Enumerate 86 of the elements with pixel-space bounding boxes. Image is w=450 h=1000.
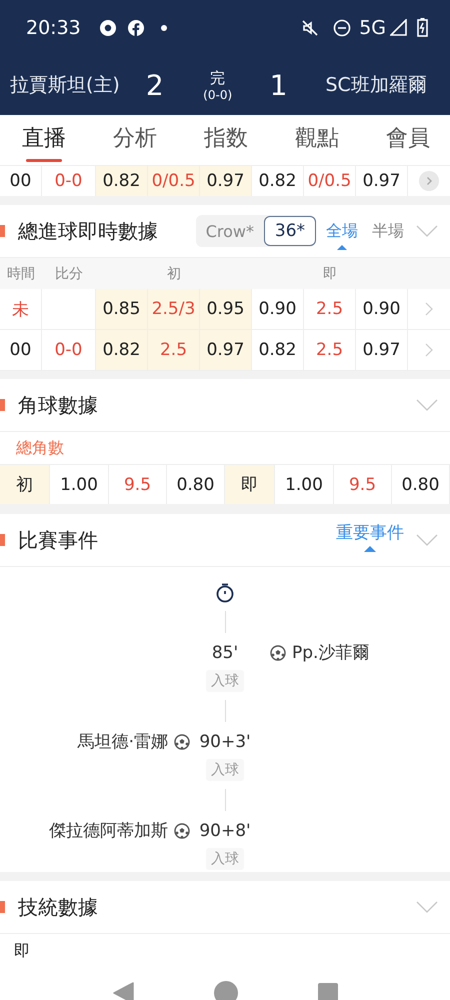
social-icon [126,18,145,36]
odds-cell: 0.97 [356,166,408,196]
section-marker [0,399,5,411]
tab[interactable]: 分析 [113,115,157,165]
home-icon[interactable] [214,981,238,1000]
section-title: 技統數據 [18,894,98,920]
odds-cell: 9.5 [109,465,167,504]
chevron-down-icon[interactable] [416,399,438,411]
odds-cell: 0.82 [96,330,148,370]
chevron-down-icon[interactable] [416,225,438,237]
tab[interactable]: 直播 [22,115,66,165]
odds-cell: 0.97 [356,330,408,370]
event-minute: 90+3' [198,732,252,752]
player-name: 傑拉德阿蒂加斯 [49,820,168,842]
away-score: 1 [270,68,288,102]
home-score: 2 [146,68,164,102]
chevron-down-icon[interactable] [416,534,438,546]
chevron-right-icon[interactable] [425,302,433,316]
dot-icon [160,24,167,30]
player-name: 馬坦德·雷娜 [78,731,168,753]
odds-cell: 0.90 [356,289,408,329]
column-header: 初 [166,264,182,282]
chevron-down-icon[interactable] [416,901,438,913]
event-minute: 85' [210,642,240,662]
half-time-score: (0-0) [203,88,232,102]
clock: 20:33 [26,16,81,38]
section-title: 比賽事件 [18,526,98,554]
football-icon [174,822,190,838]
odds-cell: 1.00 [50,465,109,504]
tab[interactable]: 觀點 [295,115,339,165]
mute-icon [301,18,320,36]
tab[interactable]: 指数 [204,115,248,165]
odds-cell: 0.80 [392,465,450,504]
player-name: Pp.沙菲爾 [292,642,370,664]
subsection-title: 總角數 [16,438,64,458]
row-label: 初 [0,465,50,504]
section-title: 角球數據 [18,392,98,418]
row-label: 即 [225,465,275,504]
time-cell: 00 [0,166,42,196]
odds-cell: 0.95 [200,289,252,329]
section-marker [0,225,5,237]
chevron-right-icon[interactable] [425,343,433,357]
odds-cell: 9.5 [334,465,392,504]
time-cell: 00 [0,330,42,370]
odds-cell: 0/0.5 [148,166,200,196]
football-icon [174,734,190,750]
column-header: 即 [322,264,338,282]
network-type: 5G [359,16,386,38]
battery-icon [417,18,428,37]
event-minute: 90+8' [198,820,252,840]
column-header: 比分 [54,264,84,282]
odds-cell: 0.85 [96,289,148,329]
section-marker [0,901,5,913]
odds-cell: 2.5 [148,330,200,370]
odds-cell: 2.5 [304,289,356,329]
recents-icon[interactable] [318,983,338,1000]
event-type-label: 入球 [206,670,244,692]
odds-cell: 0/0.5 [304,166,356,196]
odds-cell: 0.90 [252,289,304,329]
away-team: SC班加羅爾 [325,73,427,98]
event-type-label: 入球 [206,759,244,781]
odds-cell: 0.82 [252,166,304,196]
signal-icon [390,19,407,36]
odds-cell: 2.5/3 [148,289,200,329]
back-icon[interactable] [112,982,134,1000]
section-marker [0,534,5,546]
time-cell: 未 [0,289,42,329]
row-label: 即 [14,940,30,962]
odds-cell: 0.97 [200,166,252,196]
odds-cell: 1.00 [275,465,334,504]
odds-cell: 0.82 [252,330,304,370]
tab[interactable]: 會員 [386,115,430,165]
odds-cell: 0.97 [200,330,252,370]
odds-cell: 2.5 [304,330,356,370]
stopwatch-icon [216,583,234,603]
section-title: 總進球即時數據 [18,218,158,244]
do-not-disturb-icon [333,18,352,36]
home-team: 拉賈斯坦(主) [10,73,120,98]
company-field[interactable]: 36* [264,216,316,246]
period-tab[interactable]: 半場 [372,220,404,250]
match-status: 完 [210,68,226,88]
football-icon [270,644,286,660]
column-header: 時間 [6,264,36,282]
odds-cell: 0.82 [96,166,148,196]
event-type-label: 入球 [206,848,244,870]
browser-icon [98,18,117,36]
